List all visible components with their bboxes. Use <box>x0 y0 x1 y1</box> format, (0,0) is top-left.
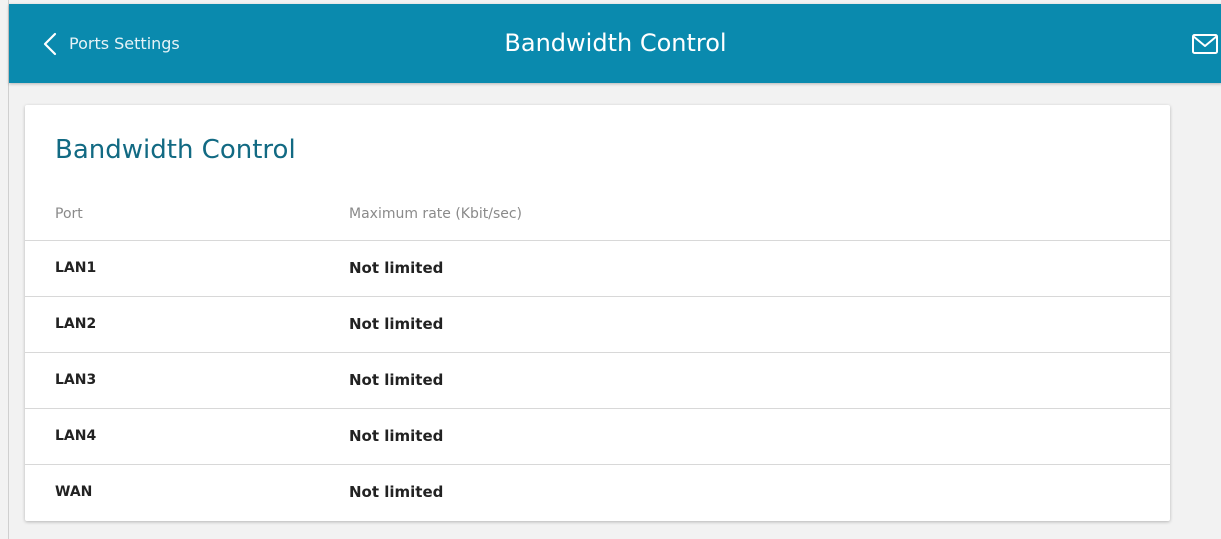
envelope-icon <box>1192 34 1218 54</box>
max-rate-value: Not limited <box>349 371 444 389</box>
bandwidth-table: Port Maximum rate (Kbit/sec) LAN1 Not li… <box>25 188 1170 520</box>
max-rate-value: Not limited <box>349 483 444 501</box>
port-name: LAN2 <box>55 316 97 332</box>
page-title: Bandwidth Control <box>504 29 727 57</box>
column-header-port: Port <box>55 206 83 222</box>
card-title: Bandwidth Control <box>55 135 296 165</box>
column-header-max-rate: Maximum rate (Kbit/sec) <box>349 206 523 222</box>
table-row[interactable]: LAN2 Not limited <box>25 297 1170 353</box>
notifications-button[interactable] <box>1190 32 1220 56</box>
max-rate-value: Not limited <box>349 315 444 333</box>
table-header-row: Port Maximum rate (Kbit/sec) <box>25 188 1170 241</box>
max-rate-value: Not limited <box>349 427 444 445</box>
port-name: LAN4 <box>55 428 97 444</box>
port-name: LAN3 <box>55 372 97 388</box>
back-button-label: Ports Settings <box>69 34 180 53</box>
table-row[interactable]: LAN3 Not limited <box>25 353 1170 409</box>
table-row[interactable]: WAN Not limited <box>25 465 1170 520</box>
top-header-bar: Ports Settings Bandwidth Control <box>9 4 1221 83</box>
app-screen: Ports Settings Bandwidth Control Bandwid… <box>8 0 1221 539</box>
port-name: LAN1 <box>55 260 97 276</box>
table-row[interactable]: LAN1 Not limited <box>25 241 1170 297</box>
bandwidth-control-card: Bandwidth Control Port Maximum rate (Kbi… <box>25 105 1170 521</box>
back-button[interactable]: Ports Settings <box>41 4 180 83</box>
max-rate-value: Not limited <box>349 259 444 277</box>
port-name: WAN <box>55 484 93 500</box>
chevron-left-icon <box>43 32 57 55</box>
table-row[interactable]: LAN4 Not limited <box>25 409 1170 465</box>
